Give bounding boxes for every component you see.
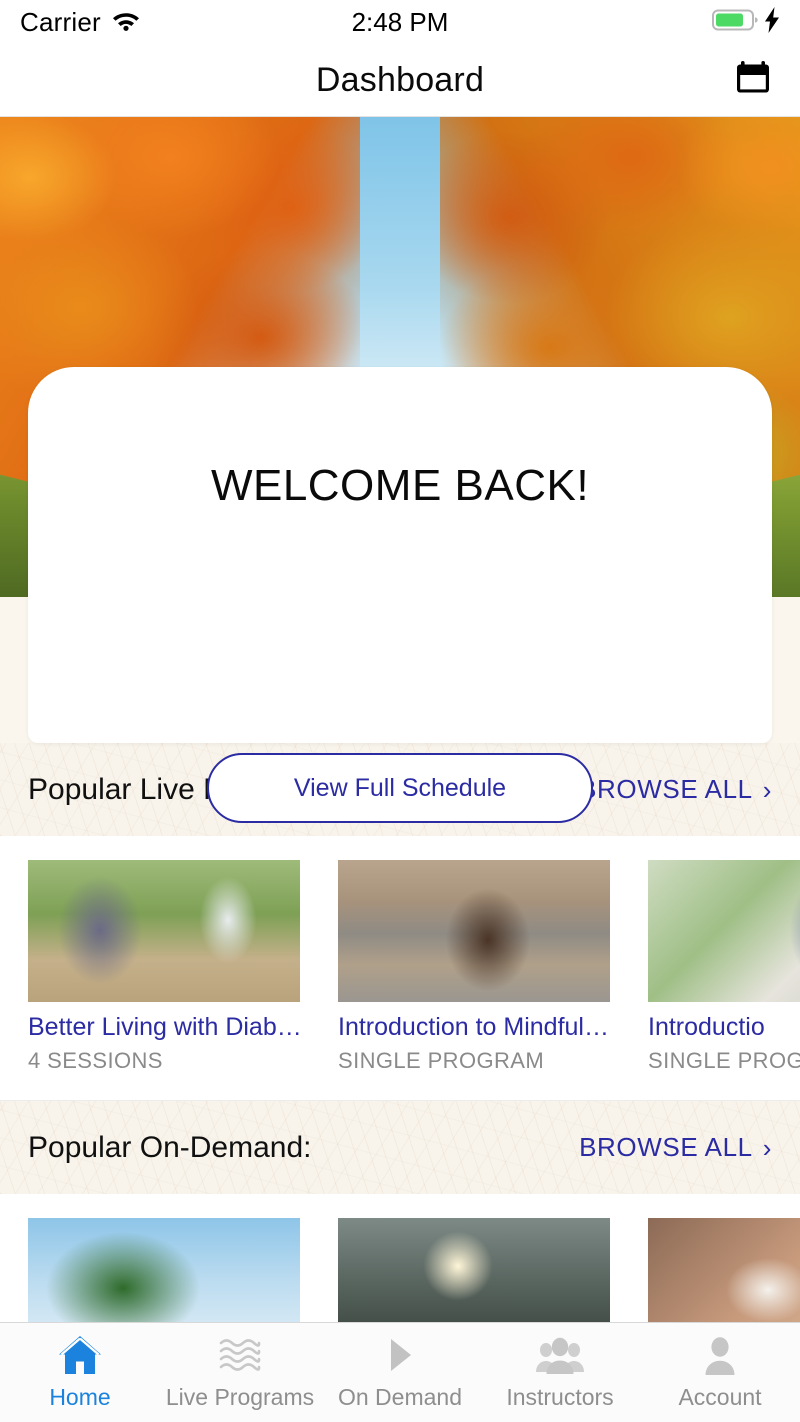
program-subtitle: 4 SESSIONS [28,1048,163,1073]
calendar-button[interactable] [730,57,776,103]
tab-live-programs[interactable]: Live Programs [160,1334,320,1411]
on-demand-thumbnail [648,1218,800,1322]
on-demand-thumbnail [28,1218,300,1322]
program-subtitle: SINGLE PROG [648,1048,800,1073]
carousel-on-demand[interactable] [0,1194,800,1322]
browse-all-live-programs[interactable]: BROWSE ALL › [579,774,772,805]
wifi-icon [111,9,141,36]
on-demand-card[interactable] [338,1218,610,1322]
browse-all-label: BROWSE ALL [579,1132,753,1162]
waves-icon [217,1334,263,1376]
status-bar-right [712,6,780,38]
tab-label: Instructors [506,1384,614,1410]
tab-on-demand[interactable]: On Demand [320,1334,480,1411]
status-bar: Carrier 2:48 PM [0,0,800,44]
home-icon [57,1334,103,1376]
tab-label: Account [678,1384,762,1410]
welcome-title: WELCOME BACK! [210,461,590,510]
page-title: Dashboard [315,60,485,99]
status-bar-left: Carrier [20,7,141,38]
section-header-on-demand: Popular On-Demand: BROWSE ALL › [0,1101,800,1194]
program-thumbnail [648,860,800,1002]
people-group-icon [534,1334,586,1376]
program-thumbnail [338,860,610,1002]
carousel-live-programs[interactable]: Better Living with Diab… 4 SESSIONS Intr… [0,836,800,1101]
program-title: Better Living with Diab… [28,1013,300,1041]
program-title: Introduction to Mindful… [338,1013,609,1041]
program-card[interactable]: Introduction to Mindful… SINGLE PROGRAM [338,860,610,1074]
content-scroll-view[interactable]: WELCOME BACK! View Full Schedule Popular… [0,117,800,1322]
program-thumbnail [28,860,300,1002]
tab-instructors[interactable]: Instructors [480,1334,640,1411]
section-title: Popular On-Demand: [28,1130,312,1164]
browse-all-label: BROWSE ALL [579,774,753,804]
lightning-bolt-icon [764,6,780,38]
on-demand-thumbnail [338,1218,610,1322]
navigation-bar: Dashboard [0,44,800,117]
battery-icon [712,8,760,37]
program-card[interactable]: Better Living with Diab… 4 SESSIONS [28,860,300,1074]
on-demand-card[interactable] [28,1218,300,1322]
program-card[interactable]: Introductio SINGLE PROG [648,860,800,1074]
tab-label: On Demand [337,1384,462,1410]
welcome-card: WELCOME BACK! View Full Schedule [28,367,772,823]
chevron-right-icon: › [762,1132,772,1163]
program-subtitle: SINGLE PROGRAM [338,1048,545,1073]
on-demand-card[interactable] [648,1218,800,1322]
carrier-label: Carrier [20,6,101,37]
view-full-schedule-button[interactable]: View Full Schedule [207,753,593,823]
program-title: Introductio [648,1013,765,1041]
tab-label: Home [49,1384,111,1410]
app-root: Carrier 2:48 PM Dashboard WELCOME BACK! … [0,0,800,1422]
chevron-right-icon: › [762,774,772,805]
bottom-tab-bar: Home Live Programs On Demand Instructors… [0,1322,800,1422]
browse-all-on-demand[interactable]: BROWSE ALL › [579,1132,772,1163]
tab-label: Live Programs [165,1384,315,1410]
person-icon [697,1334,743,1376]
play-icon [377,1334,423,1376]
calendar-icon [731,56,775,105]
tab-account[interactable]: Account [640,1334,800,1411]
tab-home[interactable]: Home [0,1334,160,1411]
